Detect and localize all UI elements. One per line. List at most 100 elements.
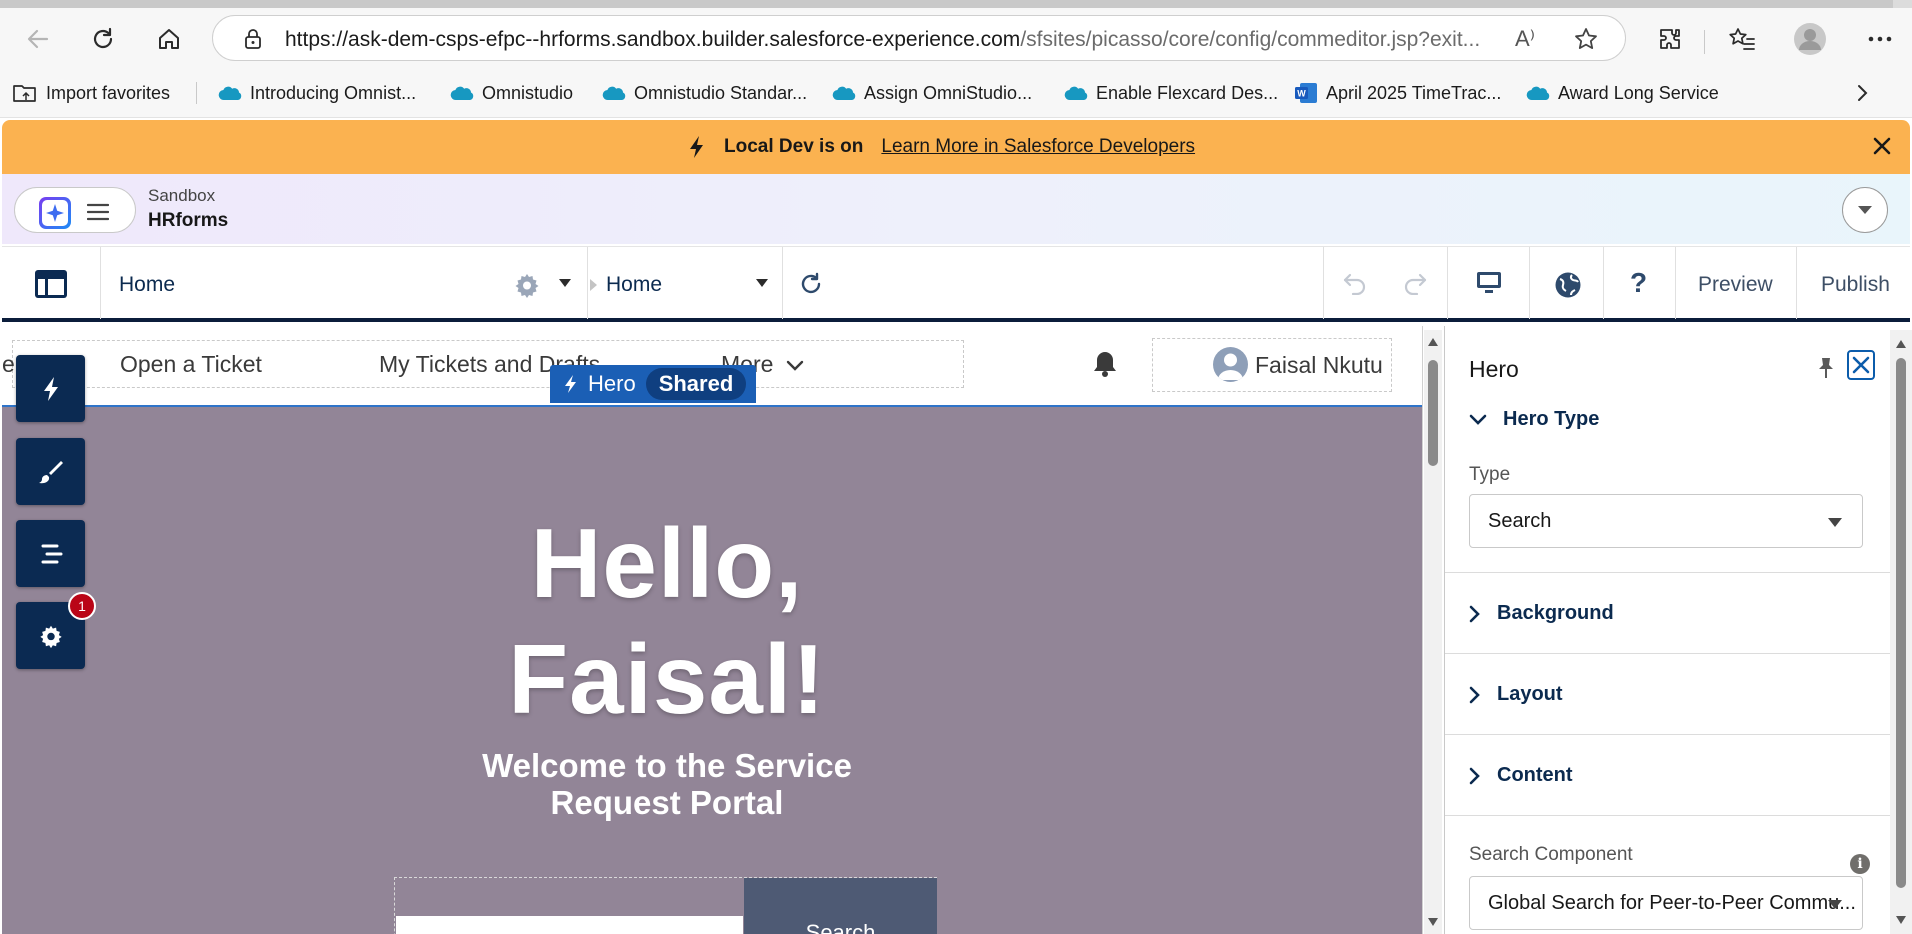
type-select[interactable]: Search	[1469, 494, 1863, 548]
url-text: https://ask-dem-csps-efpc--hrforms.sandb…	[285, 28, 1481, 51]
refresh-page-icon[interactable]	[798, 271, 824, 297]
section-layout[interactable]: Layout	[1469, 683, 1563, 706]
profile-avatar-icon[interactable]	[1792, 21, 1828, 57]
user-name: Faisal Nkutu	[1255, 351, 1383, 378]
history-controls	[1323, 247, 1448, 319]
hero-welcome-line1: Welcome to the Service	[482, 747, 852, 784]
bookmark-item[interactable]: Introducing Omnist...	[218, 80, 416, 106]
canvas-scroll-thumb[interactable]	[1428, 360, 1438, 466]
panel-close-icon[interactable]	[1847, 350, 1875, 380]
search-component-select[interactable]: Global Search for Peer-to-Peer Commu...	[1469, 876, 1863, 930]
banner-learn-more-link[interactable]: Learn More in Salesforce Developers	[881, 136, 1195, 158]
nav-item-partial[interactable]: e	[2, 351, 15, 378]
settings-tool-button[interactable]: 1	[16, 592, 96, 669]
bookmarks-bar: Import favorites Introducing Omnist... O…	[0, 68, 1912, 118]
hamburger-menu-icon[interactable]	[87, 203, 109, 221]
section-content[interactable]: Content	[1469, 764, 1573, 787]
browser-tab-strip	[0, 0, 1912, 8]
salesforce-cloud-icon	[602, 86, 626, 101]
section-divider	[1445, 734, 1891, 735]
notifications-bell-icon[interactable]	[1092, 350, 1118, 378]
redo-icon[interactable]	[1402, 271, 1428, 295]
nav-item-open-ticket[interactable]: Open a Ticket	[120, 351, 262, 378]
hero-search-component[interactable]: Search	[394, 877, 937, 934]
bookmark-item[interactable]: W April 2025 TimeTrac...	[1294, 80, 1501, 106]
publish-button[interactable]: Publish	[1797, 247, 1910, 319]
read-aloud-icon[interactable]: A⁾	[1515, 26, 1535, 52]
caret-down-icon	[1828, 900, 1842, 909]
section-hero-type[interactable]: Hero Type	[1469, 408, 1599, 431]
lightning-bolt-icon	[564, 374, 578, 394]
components-panel-button[interactable]	[2, 247, 101, 319]
more-options-icon[interactable]	[1862, 21, 1898, 57]
lock-icon[interactable]	[243, 27, 263, 51]
breadcrumb-arrow-icon	[590, 279, 598, 291]
info-icon[interactable]: i	[1850, 854, 1870, 874]
home-icon[interactable]	[151, 21, 187, 57]
undo-icon[interactable]	[1342, 271, 1368, 295]
hero-welcome-line2: Request Portal	[550, 784, 784, 821]
scroll-down-arrow-icon	[1896, 916, 1906, 924]
chevron-down-icon	[786, 360, 803, 371]
components-tool-button[interactable]	[16, 355, 85, 422]
builder-logo-icon	[39, 197, 71, 229]
bookmark-item[interactable]: Omnistudio	[450, 80, 573, 106]
hero-search-button[interactable]: Search	[744, 878, 937, 934]
chevron-right-icon	[1469, 605, 1480, 622]
word-doc-icon: W	[1295, 83, 1317, 103]
favorites-list-icon[interactable]	[1724, 21, 1760, 57]
preview-button[interactable]: Preview	[1676, 247, 1797, 319]
bookmark-item[interactable]: Assign OmniStudio...	[832, 80, 1032, 106]
canvas-scrollbar[interactable]	[1424, 330, 1442, 934]
favorite-star-icon[interactable]	[1573, 26, 1599, 52]
builder-toolbar: Home Home ? Preview Publish	[2, 246, 1910, 322]
panel-scrollbar[interactable]	[1890, 330, 1912, 934]
bookmark-item[interactable]: Award Long Service	[1526, 80, 1719, 106]
section-layout-label: Layout	[1497, 683, 1563, 705]
section-divider	[1445, 572, 1891, 573]
back-icon[interactable]	[20, 21, 56, 57]
help-question-icon: ?	[1630, 267, 1648, 298]
page-structure-tool-button[interactable]	[16, 520, 85, 587]
bookmark-import-favorites[interactable]: Import favorites	[12, 80, 170, 106]
scroll-up-arrow-icon	[1428, 338, 1438, 346]
lightning-bolt-icon	[43, 376, 58, 401]
help-button[interactable]: ?	[1604, 247, 1676, 319]
hero-search-input[interactable]	[396, 916, 743, 934]
app-header-dropdown-button[interactable]	[1842, 187, 1888, 233]
type-label: Type	[1469, 464, 1511, 485]
page-settings-gear-icon[interactable]	[513, 271, 541, 299]
banner-close-icon[interactable]	[1872, 136, 1892, 156]
browser-toolbar: https://ask-dem-csps-efpc--hrforms.sandb…	[0, 8, 1912, 68]
page-settings-caret-icon[interactable]	[559, 279, 571, 287]
language-button[interactable]	[1530, 247, 1604, 319]
bookmark-item[interactable]: Omnistudio Standar...	[602, 80, 807, 106]
import-folder-icon	[12, 82, 38, 104]
hero-component-tag[interactable]: Hero Shared	[550, 365, 757, 403]
bookmark-item[interactable]: Enable Flexcard Des...	[1064, 80, 1278, 106]
paintbrush-icon	[38, 460, 63, 483]
section-divider	[1445, 653, 1891, 654]
user-profile-menu[interactable]: Faisal Nkutu	[1152, 338, 1392, 392]
bookmarks-overflow-chevron-icon[interactable]	[1852, 82, 1872, 104]
section-hero-type-label: Hero Type	[1503, 408, 1600, 430]
hero-welcome: Welcome to the Service Request Portal	[2, 747, 1332, 821]
page-selector-dropdown[interactable]: Home	[588, 247, 783, 319]
device-view-button[interactable]	[1448, 247, 1530, 319]
caret-down-icon	[1828, 518, 1842, 527]
pin-icon[interactable]	[1817, 356, 1835, 380]
address-bar[interactable]: https://ask-dem-csps-efpc--hrforms.sandb…	[212, 15, 1626, 61]
refresh-icon[interactable]	[85, 21, 121, 57]
theme-tool-button[interactable]	[16, 438, 85, 505]
app-launcher[interactable]	[14, 187, 136, 233]
extensions-icon[interactable]	[1652, 21, 1688, 57]
section-background-label: Background	[1497, 602, 1614, 624]
section-divider	[1445, 815, 1891, 816]
page-selector-caret-icon	[756, 279, 768, 287]
search-component-label: Search Component	[1469, 844, 1633, 865]
hero-section[interactable]: Hello, Faisal! Welcome to the Service Re…	[2, 405, 1422, 934]
panel-scroll-thumb[interactable]	[1896, 358, 1906, 888]
section-background[interactable]: Background	[1469, 602, 1614, 625]
scroll-down-arrow-icon	[1428, 918, 1438, 926]
page-settings: Home	[101, 247, 588, 319]
